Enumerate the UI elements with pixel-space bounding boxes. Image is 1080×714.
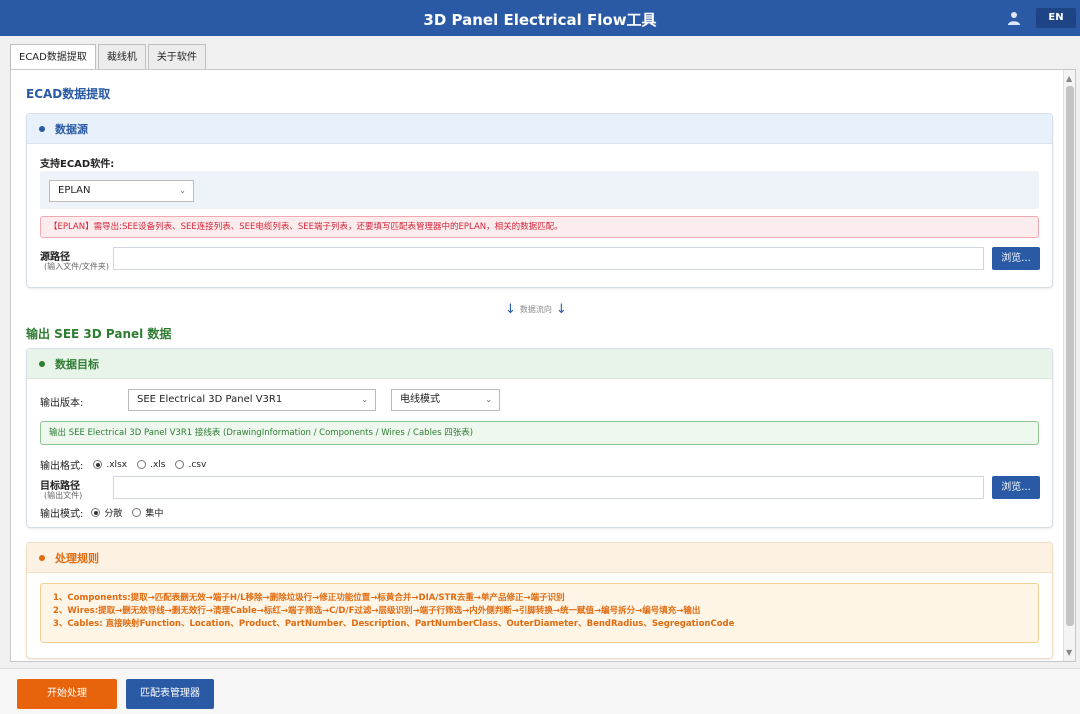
radio-checked-icon[interactable]	[91, 508, 101, 517]
wire-mode-select[interactable]: 电线模式 ⌄	[391, 389, 500, 411]
radio-icon[interactable]	[137, 460, 147, 469]
target-path-input[interactable]	[113, 476, 984, 499]
output-section-title: 输出 SEE 3D Panel 数据	[26, 327, 172, 341]
arrow-down-icon: ↓	[555, 302, 567, 317]
output-mode-scatter[interactable]: 分散	[91, 506, 122, 519]
chevron-down-icon: ⌄	[361, 395, 368, 404]
match-manager-button[interactable]: 匹配表管理器	[126, 679, 214, 709]
ecad-software-value: EPLAN	[58, 185, 91, 196]
output-mode-label: 输出模式:	[40, 509, 84, 520]
scroll-down-icon[interactable]: ▼	[1066, 648, 1072, 657]
title-bar: 3D Panel Electrical Flow工具 EN	[0, 0, 1080, 36]
bullet-icon	[39, 360, 45, 367]
output-version-label: 输出版本:	[40, 398, 84, 409]
processing-rules-title: 处理规则	[55, 551, 99, 565]
output-format-label: 输出格式:	[40, 461, 84, 472]
source-path-input[interactable]	[113, 247, 984, 270]
bullet-icon	[39, 125, 45, 132]
data-flow-label: 数据流向	[519, 305, 552, 314]
rules-list: 1、Components:提取→匹配表删无效→端子H/L移除→删除垃圾行→修正功…	[40, 583, 1039, 643]
start-process-button[interactable]: 开始处理	[17, 679, 117, 709]
wire-mode-value: 电线模式	[400, 394, 440, 405]
source-path-sublabel: (输入文件/文件夹)	[44, 262, 109, 271]
data-target-title: 数据目标	[55, 357, 99, 371]
data-source-header: 数据源	[27, 114, 1052, 144]
processing-rules-header: 处理规则	[27, 543, 1052, 573]
target-path-sublabel: (输出文件)	[44, 491, 83, 500]
tab-bar: ECAD数据提取 裁线机 关于软件	[10, 44, 208, 71]
target-browse-button[interactable]: 浏览...	[992, 476, 1040, 499]
tab-ecad-extract[interactable]: ECAD数据提取	[10, 44, 96, 71]
main-content: ECAD数据提取 数据源 支持ECAD软件: EPLAN ⌄ 【EPLAN】需导…	[10, 69, 1076, 662]
output-mode-group: 输出模式: 分散 集中	[40, 505, 173, 520]
output-info-alert: 输出 SEE Electrical 3D Panel V3R1 接线表 (Dra…	[40, 421, 1039, 445]
data-source-card: 数据源 支持ECAD软件: EPLAN ⌄ 【EPLAN】需导出:SEE设备列表…	[26, 113, 1053, 288]
scrollbar-thumb[interactable]	[1066, 86, 1074, 626]
format-option-xlsx[interactable]: .xlsx	[93, 460, 127, 470]
ecad-software-select[interactable]: EPLAN ⌄	[49, 180, 194, 202]
chevron-down-icon: ⌄	[485, 395, 492, 404]
format-option-csv[interactable]: .csv	[175, 460, 206, 470]
tab-wire-cutter[interactable]: 裁线机	[97, 44, 146, 70]
user-icon[interactable]	[1007, 11, 1021, 25]
bullet-icon	[39, 554, 45, 561]
language-toggle-button[interactable]: EN	[1036, 8, 1076, 28]
data-source-title: 数据源	[55, 122, 88, 136]
data-target-header: 数据目标	[27, 349, 1052, 379]
output-version-value: SEE Electrical 3D Panel V3R1	[137, 394, 283, 405]
data-flow-indicator: ↓ 数据流向 ↓	[501, 302, 571, 317]
vertical-scrollbar[interactable]: ▲ ▼	[1063, 70, 1075, 661]
output-format-group: 输出格式: .xlsx .xls .csv	[40, 457, 216, 473]
eplan-requirement-alert: 【EPLAN】需导出:SEE设备列表、SEE连接列表、SEE电缆列表、SEE端子…	[40, 216, 1039, 238]
radio-icon[interactable]	[132, 508, 142, 517]
chevron-down-icon: ⌄	[179, 186, 186, 195]
footer-bar: 开始处理 匹配表管理器	[0, 668, 1080, 714]
source-browse-button[interactable]: 浏览...	[992, 247, 1040, 270]
arrow-down-icon: ↓	[505, 302, 516, 317]
rule-wires: 2、Wires:提取→删无效导线→删无效行→清理Cable→标红→端子筛选→C/…	[53, 606, 701, 616]
data-target-card: 数据目标 输出版本: SEE Electrical 3D Panel V3R1 …	[26, 348, 1053, 528]
radio-icon[interactable]	[175, 460, 185, 469]
ecad-section-title: ECAD数据提取	[26, 87, 111, 101]
tab-about[interactable]: 关于软件	[147, 44, 206, 70]
scroll-up-icon[interactable]: ▲	[1066, 74, 1072, 83]
output-version-select[interactable]: SEE Electrical 3D Panel V3R1 ⌄	[128, 389, 376, 411]
output-mode-centralized[interactable]: 集中	[132, 506, 163, 519]
radio-checked-icon[interactable]	[93, 460, 103, 469]
app-title: 3D Panel Electrical Flow工具	[423, 11, 657, 29]
rule-components: 1、Components:提取→匹配表删无效→端子H/L移除→删除垃圾行→修正功…	[53, 593, 565, 603]
processing-rules-card: 处理规则 1、Components:提取→匹配表删无效→端子H/L移除→删除垃圾…	[26, 542, 1053, 659]
software-label: 支持ECAD软件:	[40, 159, 115, 170]
format-option-xls[interactable]: .xls	[137, 460, 165, 470]
rule-cables: 3、Cables: 直接映射Function、Location、Product、…	[53, 619, 735, 629]
